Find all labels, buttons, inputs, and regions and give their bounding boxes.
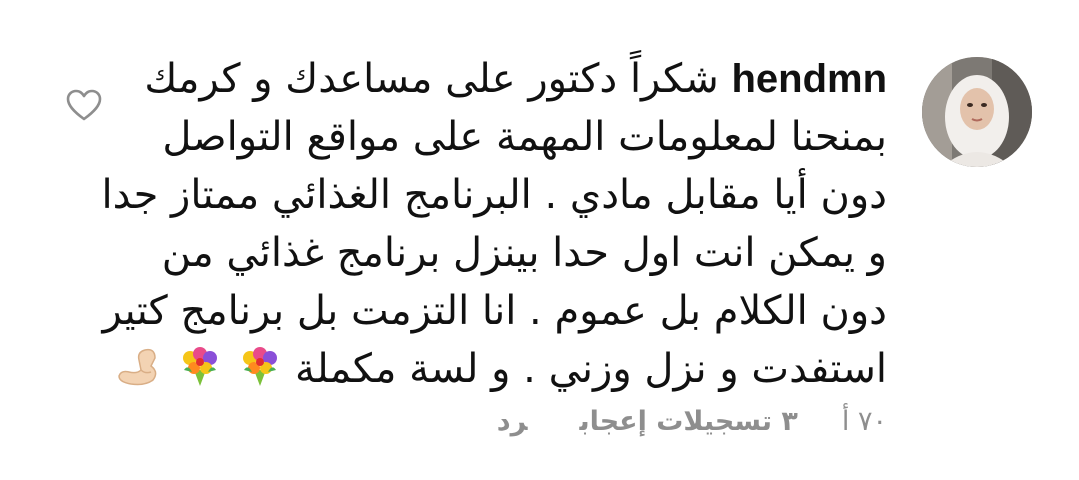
username[interactable]: hendmn (731, 57, 887, 101)
comment-text-line: و يمكن انت اول حدا بينزل برنامج غذائي من (161, 230, 887, 276)
comment-text-line: بمنحنا لمعلومات المهمة على مواقع التواصل (162, 114, 887, 160)
bouquet-icon (238, 344, 282, 404)
comment-text-line: دون أيا مقابل مادي . البرنامج الغذائي مم… (101, 172, 887, 218)
flexed-biceps-icon (115, 344, 161, 404)
avatar[interactable] (922, 57, 1032, 167)
comment-text-line: استفدت و نزل وزني . و لسة مكملة (295, 346, 887, 392)
heart-icon[interactable] (65, 88, 103, 122)
comment-text-line: دون الكلام بل عموم . انا التزمت بل برنام… (102, 288, 887, 334)
timestamp: ٧٠ أ (841, 406, 887, 437)
comment-text-line: شكراً دكتور على مساعدك و كرمك (144, 56, 719, 102)
reply-button[interactable]: رد (497, 406, 528, 437)
likes-count-link[interactable]: ٣ تسجيلات إعجاب (579, 406, 797, 437)
comment-item: hendmn شكراً دكتور على مساعدك و كرمك بمن… (0, 0, 1079, 480)
comment-last-line: استفدت و نزل وزني . و لسة مكملة (118, 340, 887, 404)
comment-body: hendmn شكراً دكتور على مساعدك و كرمك بمن… (101, 50, 887, 404)
comment-meta: ٧٠ أ ٣ تسجيلات إعجاب رد (445, 406, 887, 437)
bouquet-icon (178, 344, 222, 404)
comment-first-line: hendmn شكراً دكتور على مساعدك و كرمك (144, 50, 887, 108)
